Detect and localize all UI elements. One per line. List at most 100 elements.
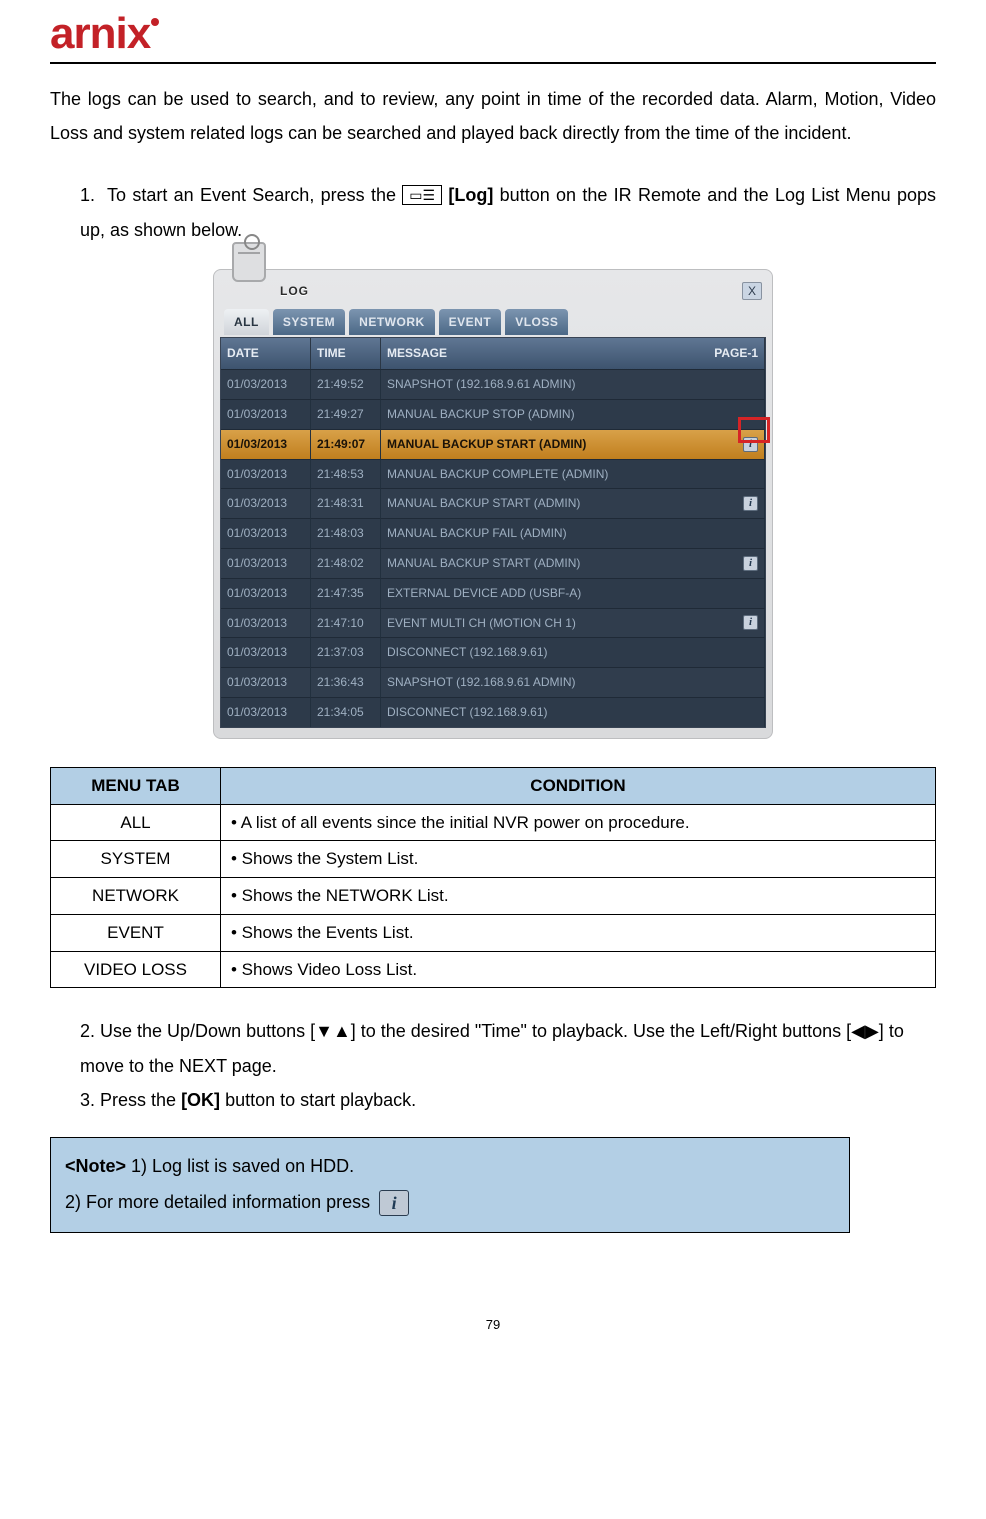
log-row[interactable]: 01/03/201321:49:07MANUAL BACKUP START (A… (221, 429, 765, 459)
brand-text: arnix (50, 12, 150, 56)
log-cell-message: SNAPSHOT (192.168.9.61 ADMIN) (381, 667, 765, 697)
log-table: DATE TIME MESSAGE PAGE-1 01/03/201321:49… (220, 337, 766, 727)
log-cell-date: 01/03/2013 (221, 429, 311, 459)
log-row[interactable]: 01/03/201321:48:53MANUAL BACKUP COMPLETE… (221, 459, 765, 489)
menu-condition-cell: • Shows Video Loss List. (221, 951, 936, 988)
log-row[interactable]: 01/03/201321:47:35EXTERNAL DEVICE ADD (U… (221, 578, 765, 608)
log-window-screenshot: LOG X ALLSYSTEMNETWORKEVENTVLOSS DATE TI… (213, 269, 773, 739)
log-cell-message: DISCONNECT (192.168.9.61) (381, 637, 765, 667)
log-tab-system[interactable]: SYSTEM (273, 309, 345, 336)
menu-condition-cell: • Shows the System List. (221, 841, 936, 878)
table-row: VIDEO LOSS• Shows Video Loss List. (51, 951, 936, 988)
log-cell-message: DISCONNECT (192.168.9.61) (381, 697, 765, 727)
log-cell-time: 21:49:07 (311, 429, 381, 459)
log-tab-event[interactable]: EVENT (439, 309, 502, 336)
log-cell-time: 21:37:03 (311, 637, 381, 667)
log-cell-time: 21:48:53 (311, 459, 381, 489)
log-cell-date: 01/03/2013 (221, 578, 311, 608)
menu-tab-cell: VIDEO LOSS (51, 951, 221, 988)
note-box: <Note> 1) Log list is saved on HDD. 2) F… (50, 1137, 850, 1233)
note-text-1: 1) Log list is saved on HDD. (126, 1156, 354, 1176)
clipboard-icon (232, 242, 266, 282)
step-1-number: 1. (80, 185, 95, 205)
log-cell-message: MANUAL BACKUP COMPLETE (ADMIN) (381, 459, 765, 489)
log-cell-date: 01/03/2013 (221, 488, 311, 518)
menu-table-head-condition: CONDITION (221, 767, 936, 804)
step-1-text-a: To start an Event Search, press the (107, 185, 402, 205)
info-icon[interactable]: i (743, 496, 758, 511)
log-cell-message: EVENT MULTI CH (MOTION CH 1)i (381, 608, 765, 638)
log-row[interactable]: 01/03/201321:48:02MANUAL BACKUP START (A… (221, 548, 765, 578)
log-cell-date: 01/03/2013 (221, 608, 311, 638)
log-cell-date: 01/03/2013 (221, 459, 311, 489)
log-row[interactable]: 01/03/201321:36:43SNAPSHOT (192.168.9.61… (221, 667, 765, 697)
log-cell-message: MANUAL BACKUP START (ADMIN)i (381, 488, 765, 518)
log-row[interactable]: 01/03/201321:48:31MANUAL BACKUP START (A… (221, 488, 765, 518)
step-3: 3. Press the [OK] button to start playba… (80, 1083, 936, 1117)
log-row[interactable]: 01/03/201321:34:05DISCONNECT (192.168.9.… (221, 697, 765, 727)
log-cell-date: 01/03/2013 (221, 369, 311, 399)
note-line-1: <Note> 1) Log list is saved on HDD. (65, 1148, 835, 1184)
brand-logo: arnix (50, 10, 936, 56)
menu-table-head-tab: MENU TAB (51, 767, 221, 804)
step-3-text-a: 3. Press the (80, 1090, 181, 1110)
log-cell-date: 01/03/2013 (221, 637, 311, 667)
info-icon[interactable]: i (743, 556, 758, 571)
log-tab-row: ALLSYSTEMNETWORKEVENTVLOSS (220, 309, 766, 338)
log-cell-date: 01/03/2013 (221, 518, 311, 548)
table-row: NETWORK• Shows the NETWORK List. (51, 878, 936, 915)
log-cell-date: 01/03/2013 (221, 548, 311, 578)
log-row[interactable]: 01/03/201321:47:10EVENT MULTI CH (MOTION… (221, 608, 765, 638)
log-cell-message: MANUAL BACKUP START (ADMIN)i (381, 429, 765, 459)
log-button-icon: ▭☰ (402, 185, 442, 205)
intro-paragraph: The logs can be used to search, and to r… (50, 82, 936, 150)
log-row[interactable]: 01/03/201321:37:03DISCONNECT (192.168.9.… (221, 637, 765, 667)
log-tab-network[interactable]: NETWORK (349, 309, 435, 336)
note-text-2: 2) For more detailed information press (65, 1192, 375, 1212)
log-tab-all[interactable]: ALL (224, 309, 269, 336)
menu-condition-cell: • Shows the Events List. (221, 914, 936, 951)
log-cell-date: 01/03/2013 (221, 697, 311, 727)
log-cell-time: 21:34:05 (311, 697, 381, 727)
log-row[interactable]: 01/03/201321:48:03MANUAL BACKUP FAIL (AD… (221, 518, 765, 548)
log-cell-time: 21:48:02 (311, 548, 381, 578)
note-line-2: 2) For more detailed information press i (65, 1184, 835, 1220)
log-cell-message: MANUAL BACKUP STOP (ADMIN) (381, 399, 765, 429)
close-icon[interactable]: X (742, 282, 762, 300)
log-cell-time: 21:49:27 (311, 399, 381, 429)
log-button-label: [Log] (448, 185, 493, 205)
log-row[interactable]: 01/03/201321:49:52SNAPSHOT (192.168.9.61… (221, 369, 765, 399)
log-cell-message: SNAPSHOT (192.168.9.61 ADMIN) (381, 369, 765, 399)
menu-tab-table: MENU TAB CONDITION ALL• A list of all ev… (50, 767, 936, 989)
table-row: ALL• A list of all events since the init… (51, 804, 936, 841)
log-cell-time: 21:49:52 (311, 369, 381, 399)
info-icon[interactable]: i (743, 615, 758, 630)
step-2: 2. Use the Up/Down buttons [▼▲] to the d… (80, 1014, 936, 1082)
menu-condition-cell: • A list of all events since the initial… (221, 804, 936, 841)
step-3-ok-label: [OK] (181, 1090, 220, 1110)
log-cell-message: MANUAL BACKUP START (ADMIN)i (381, 548, 765, 578)
note-label: <Note> (65, 1156, 126, 1176)
menu-tab-cell: EVENT (51, 914, 221, 951)
col-message: MESSAGE (387, 342, 447, 365)
menu-tab-cell: ALL (51, 804, 221, 841)
step-1: 1. To start an Event Search, press the ▭… (80, 178, 936, 246)
page-number: 79 (50, 1313, 936, 1338)
col-page: PAGE-1 (714, 342, 758, 365)
log-cell-date: 01/03/2013 (221, 399, 311, 429)
menu-condition-cell: • Shows the NETWORK List. (221, 878, 936, 915)
menu-tab-cell: SYSTEM (51, 841, 221, 878)
logo-dot-icon (151, 18, 159, 26)
info-icon[interactable]: i (379, 1190, 409, 1216)
log-tab-vloss[interactable]: VLOSS (505, 309, 568, 336)
log-window-title: LOG (280, 280, 309, 303)
table-row: SYSTEM• Shows the System List. (51, 841, 936, 878)
log-cell-time: 21:48:03 (311, 518, 381, 548)
log-cell-time: 21:47:10 (311, 608, 381, 638)
log-cell-time: 21:36:43 (311, 667, 381, 697)
page-divider (50, 62, 936, 64)
col-time: TIME (311, 338, 381, 369)
col-date: DATE (221, 338, 311, 369)
step-3-text-c: button to start playback. (220, 1090, 416, 1110)
log-row[interactable]: 01/03/201321:49:27MANUAL BACKUP STOP (AD… (221, 399, 765, 429)
